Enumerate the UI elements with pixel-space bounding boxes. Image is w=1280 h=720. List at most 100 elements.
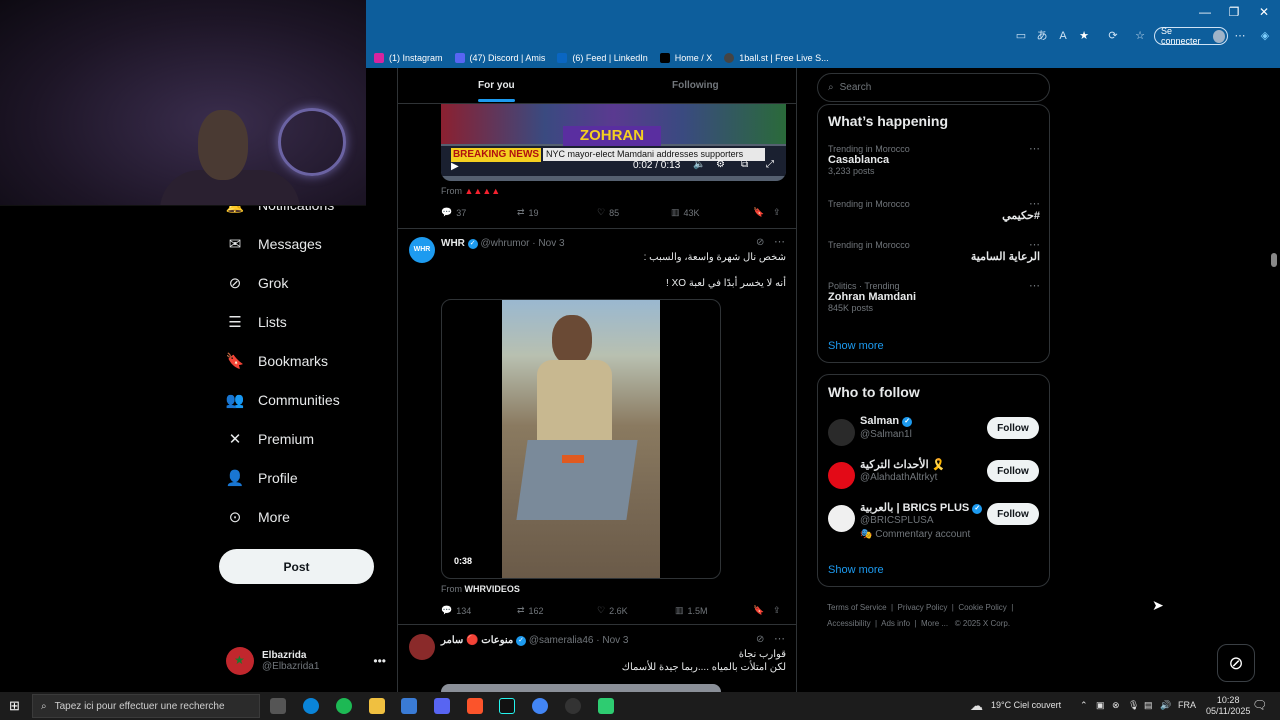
bookmark-linkedin[interactable]: (6) Feed | LinkedIn: [557, 53, 648, 63]
bookmark-1ball[interactable]: 1ball.st | Free Live S...: [724, 53, 829, 63]
follow-suggestion[interactable]: Salman ✓ @Salman1l Follow: [828, 415, 1040, 455]
post-button[interactable]: Post: [219, 549, 374, 584]
more-dots-icon[interactable]: ⋯: [1029, 142, 1040, 155]
bookmark-discord[interactable]: (47) Discord | Amis: [454, 53, 545, 63]
restore-icon[interactable]: ❐: [1219, 3, 1249, 21]
brave-icon[interactable]: [467, 698, 483, 714]
views-button[interactable]: ▥ 1.5M: [675, 605, 753, 616]
favorites-icon[interactable]: ☆: [1133, 29, 1147, 43]
nav-lists[interactable]: ☰ Lists: [226, 313, 287, 331]
tiktok-icon[interactable]: [499, 698, 515, 714]
footer-link[interactable]: Privacy Policy: [898, 603, 948, 612]
bookmark-button[interactable]: 🔖: [753, 207, 773, 218]
read-aloud-icon[interactable]: A: [1056, 29, 1070, 43]
show-more-link[interactable]: Show more: [828, 564, 884, 576]
copilot-icon[interactable]: ◈: [1258, 29, 1272, 43]
avatar[interactable]: [409, 634, 435, 660]
like-button[interactable]: ♡ 2.6K: [597, 605, 675, 616]
share-icon[interactable]: ⇪: [773, 207, 781, 218]
task-view-icon[interactable]: [270, 698, 286, 714]
show-more-link[interactable]: Show more: [828, 340, 884, 352]
grok-icon[interactable]: ⊘: [756, 237, 764, 248]
scrollbar-thumb[interactable]: [1271, 253, 1277, 267]
scrollbar[interactable]: [1268, 68, 1280, 692]
more-dots-icon[interactable]: ⋯: [1029, 197, 1040, 210]
follow-button[interactable]: Follow: [987, 503, 1039, 525]
tab-for-you[interactable]: For you: [478, 80, 515, 102]
footer-link[interactable]: Accessibility: [827, 619, 871, 628]
more-icon[interactable]: ⋯: [1233, 29, 1247, 43]
trend-item[interactable]: Trending in Morocco Casablanca 3,233 pos…: [828, 142, 1040, 176]
follow-button[interactable]: Follow: [987, 460, 1039, 482]
play-icon[interactable]: ▶: [451, 161, 459, 172]
nav-premium[interactable]: ✕ Premium: [226, 430, 314, 448]
network-icon[interactable]: ▣: [1096, 700, 1105, 711]
fullscreen-icon[interactable]: ⤢: [766, 159, 774, 170]
footer-link[interactable]: Ads info: [881, 619, 910, 628]
tweet-image[interactable]: [441, 684, 721, 692]
tweet-video[interactable]: 0:38: [441, 299, 721, 579]
footer-link[interactable]: Terms of Service: [827, 603, 887, 612]
bookmark-instagram[interactable]: (1) Instagram: [374, 53, 443, 63]
repost-button[interactable]: ⇄ 19: [517, 207, 597, 218]
account-switcher[interactable]: Elbazrida @Elbazrida1 •••: [226, 646, 386, 676]
wifi-icon[interactable]: ▤: [1144, 700, 1153, 711]
clock[interactable]: 10:28 05/11/2025: [1206, 695, 1250, 717]
sign-in-button[interactable]: Se connecter: [1154, 26, 1228, 46]
chevron-up-icon[interactable]: ⌃: [1080, 700, 1088, 711]
nav-more[interactable]: ⊙ More: [226, 508, 290, 526]
minimize-icon[interactable]: —: [1190, 3, 1220, 21]
volume-icon[interactable]: 🔈: [693, 159, 705, 170]
weather-text[interactable]: 19°C Ciel couvert: [991, 700, 1061, 710]
favorite-star-icon[interactable]: ★: [1077, 29, 1091, 43]
follow-suggestion[interactable]: الأحداث التركية 🎗️ @AlahdathAltrkyt Foll…: [828, 458, 1040, 498]
footer-link[interactable]: More ...: [921, 619, 948, 628]
views-button[interactable]: ▥ 43K: [671, 207, 753, 218]
translate-icon[interactable]: あ: [1035, 29, 1049, 43]
nav-profile[interactable]: 👤 Profile: [226, 469, 298, 487]
more-dots-icon[interactable]: ⋯: [1029, 238, 1040, 251]
footer-link[interactable]: Cookie Policy: [958, 603, 1006, 612]
more-dots-icon[interactable]: ⋯: [1029, 279, 1040, 292]
more-dots-icon[interactable]: •••: [373, 654, 386, 668]
notifications-icon[interactable]: 🗨: [1252, 698, 1267, 712]
nav-bookmarks[interactable]: 🔖 Bookmarks: [226, 352, 328, 370]
language-indicator[interactable]: FRA: [1178, 700, 1196, 710]
security-icon[interactable]: ⊗: [1112, 700, 1120, 711]
xbox-icon[interactable]: [565, 698, 581, 714]
trend-item[interactable]: Politics · Trending Zohran Mamdani 845K …: [828, 279, 1040, 313]
weather-icon[interactable]: ☁: [970, 698, 983, 714]
app-icon[interactable]: [598, 698, 614, 714]
windows-start-icon[interactable]: ⊞: [9, 698, 20, 714]
microphone-icon[interactable]: 🎙: [1128, 700, 1139, 711]
nav-messages[interactable]: ✉ Messages: [226, 235, 322, 253]
reply-button[interactable]: 💬 134: [441, 605, 517, 616]
search-input[interactable]: [839, 82, 1020, 93]
edge-icon[interactable]: [303, 698, 319, 714]
more-dots-icon[interactable]: ⋯: [774, 235, 785, 248]
spotify-icon[interactable]: [336, 698, 352, 714]
refresh-icon[interactable]: ⟳: [1106, 29, 1120, 43]
settings-icon[interactable]: ⚙: [716, 159, 725, 170]
grok-icon[interactable]: ⊘: [756, 634, 764, 645]
tweet-video[interactable]: ZOHRAN BREAKING NEWS NYC mayor-elect Mam…: [441, 104, 786, 181]
follow-suggestion[interactable]: بالعربية | BRICS PLUS ✓ @BRICSPLUSA 🎭 Co…: [828, 501, 1040, 546]
repost-button[interactable]: ⇄ 162: [517, 605, 597, 616]
search-box[interactable]: ⌕: [817, 73, 1050, 102]
taskbar-search[interactable]: ⌕ Tapez ici pour effectuer une recherche: [32, 694, 260, 718]
popout-icon[interactable]: ⧉: [741, 159, 748, 170]
grok-floating-button[interactable]: ⊘: [1217, 644, 1255, 682]
volume-icon[interactable]: 🔊: [1160, 700, 1171, 711]
discord-icon[interactable]: [434, 698, 450, 714]
nav-communities[interactable]: 👥 Communities: [226, 391, 340, 409]
avatar[interactable]: WHR: [409, 237, 435, 263]
close-icon[interactable]: ✕: [1249, 3, 1279, 21]
bookmark-x-home[interactable]: Home / X: [659, 53, 712, 63]
chrome-icon[interactable]: [532, 698, 548, 714]
share-icon[interactable]: ⇪: [773, 605, 781, 616]
bookmark-button[interactable]: 🔖: [753, 605, 773, 616]
tab-following[interactable]: Following: [672, 80, 719, 91]
like-button[interactable]: ♡ 85: [597, 207, 671, 218]
store-icon[interactable]: [401, 698, 417, 714]
file-explorer-icon[interactable]: [369, 698, 385, 714]
